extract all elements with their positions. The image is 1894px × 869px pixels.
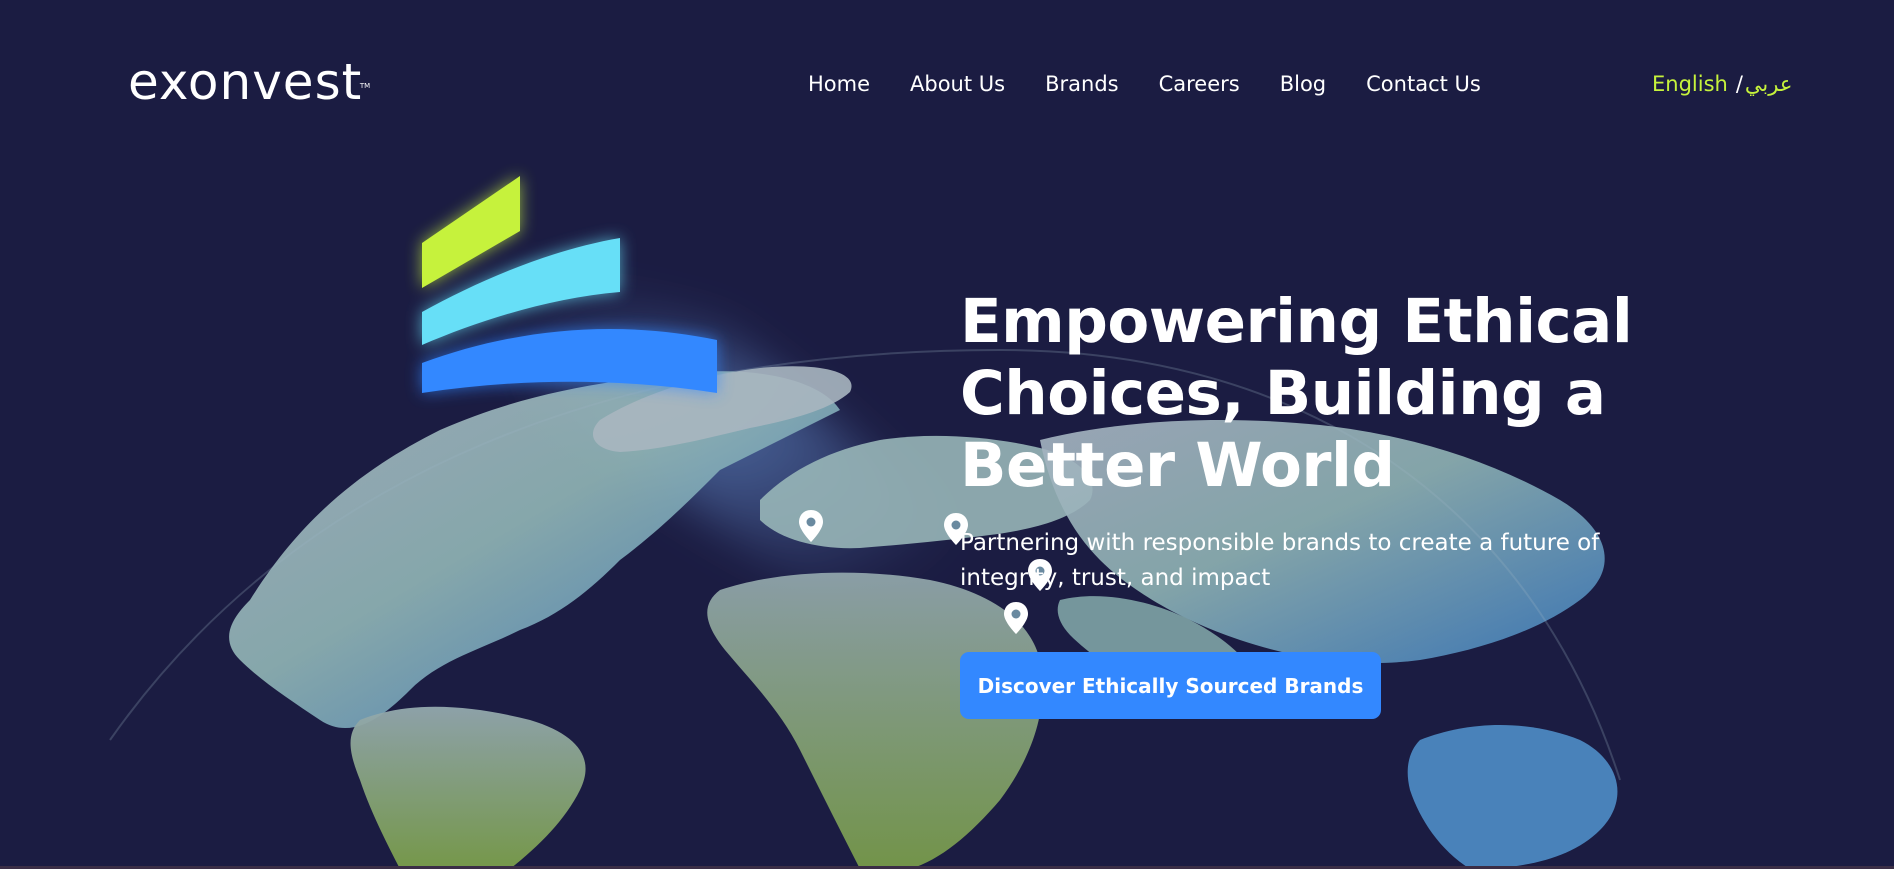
africa-landmass bbox=[707, 572, 1043, 869]
language-arabic[interactable]: عربي bbox=[1745, 72, 1792, 96]
nav-about-us[interactable]: About Us bbox=[910, 70, 1005, 98]
nav-home[interactable]: Home bbox=[808, 70, 870, 98]
language-switcher: English /عربي bbox=[1652, 70, 1792, 98]
hero-title: Empowering Ethical Choices, Building a B… bbox=[960, 286, 1633, 501]
brand-name: exonvest bbox=[128, 53, 363, 111]
three-stripe-logo-mark bbox=[422, 176, 717, 393]
southeast-asia-landmass bbox=[1407, 725, 1618, 869]
language-separator: / bbox=[1735, 72, 1743, 96]
hero-section: exonvest TM Home About Us Brands Careers… bbox=[0, 0, 1894, 869]
nav-brands[interactable]: Brands bbox=[1045, 70, 1119, 98]
nav-careers[interactable]: Careers bbox=[1159, 70, 1240, 98]
discover-brands-button[interactable]: Discover Ethically Sourced Brands bbox=[960, 652, 1381, 719]
nav-contact-us[interactable]: Contact Us bbox=[1366, 70, 1481, 98]
south-america-landmass bbox=[350, 706, 586, 869]
nav-blog[interactable]: Blog bbox=[1280, 70, 1326, 98]
main-nav: Home About Us Brands Careers Blog Contac… bbox=[808, 70, 1521, 98]
brand-logo[interactable]: exonvest TM bbox=[128, 52, 370, 112]
hero-subtitle: Partnering with responsible brands to cr… bbox=[960, 530, 1600, 591]
site-header: exonvest TM Home About Us Brands Careers… bbox=[0, 0, 1894, 170]
language-english[interactable]: English bbox=[1652, 72, 1728, 96]
trademark-mark: TM bbox=[359, 82, 371, 90]
